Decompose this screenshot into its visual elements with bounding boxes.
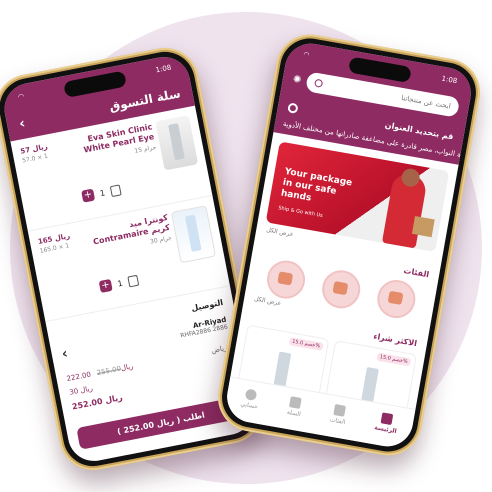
chevron-left-icon[interactable]: ‹: [60, 346, 69, 363]
tab-account[interactable]: حسابي: [240, 387, 261, 410]
sun-icon[interactable]: ✺: [292, 73, 302, 85]
person-icon: [244, 387, 258, 401]
trash-icon[interactable]: [109, 183, 122, 197]
cart-icon: [289, 395, 303, 409]
category-item[interactable]: [374, 277, 419, 322]
home-icon: [381, 411, 394, 425]
status-time: 1:08: [440, 74, 458, 86]
plus-button[interactable]: +: [81, 188, 96, 203]
trash-icon[interactable]: [127, 274, 140, 287]
tab-categories[interactable]: الفئات: [329, 403, 348, 426]
wifi-icon: ◠: [17, 92, 25, 102]
category-item[interactable]: [319, 267, 364, 312]
tab-cart[interactable]: السلة: [286, 395, 303, 418]
package-box-illustration: [411, 216, 435, 238]
plus-button[interactable]: +: [98, 278, 113, 293]
location-pin-icon: [287, 102, 299, 114]
search-icon: [314, 78, 324, 88]
status-time: 1:08: [155, 63, 172, 75]
search-placeholder: ابحث عن منتجاتنا: [400, 93, 452, 111]
grid-icon: [333, 403, 346, 417]
discount-badge: خصم 15.0%: [288, 337, 324, 351]
category-item[interactable]: [264, 257, 309, 302]
banner-subtitle: Ship & Go with Us: [277, 205, 324, 219]
wifi-icon: ◠: [302, 50, 311, 60]
tab-home[interactable]: الرئيسة: [374, 411, 400, 435]
quantity-value: 1: [99, 187, 106, 198]
back-chevron-icon[interactable]: ‹: [18, 116, 27, 133]
discount-badge: خصم 15.0%: [376, 352, 412, 367]
quantity-value: 1: [116, 278, 124, 289]
banner-headline: Your package in our safe hands: [280, 166, 353, 204]
